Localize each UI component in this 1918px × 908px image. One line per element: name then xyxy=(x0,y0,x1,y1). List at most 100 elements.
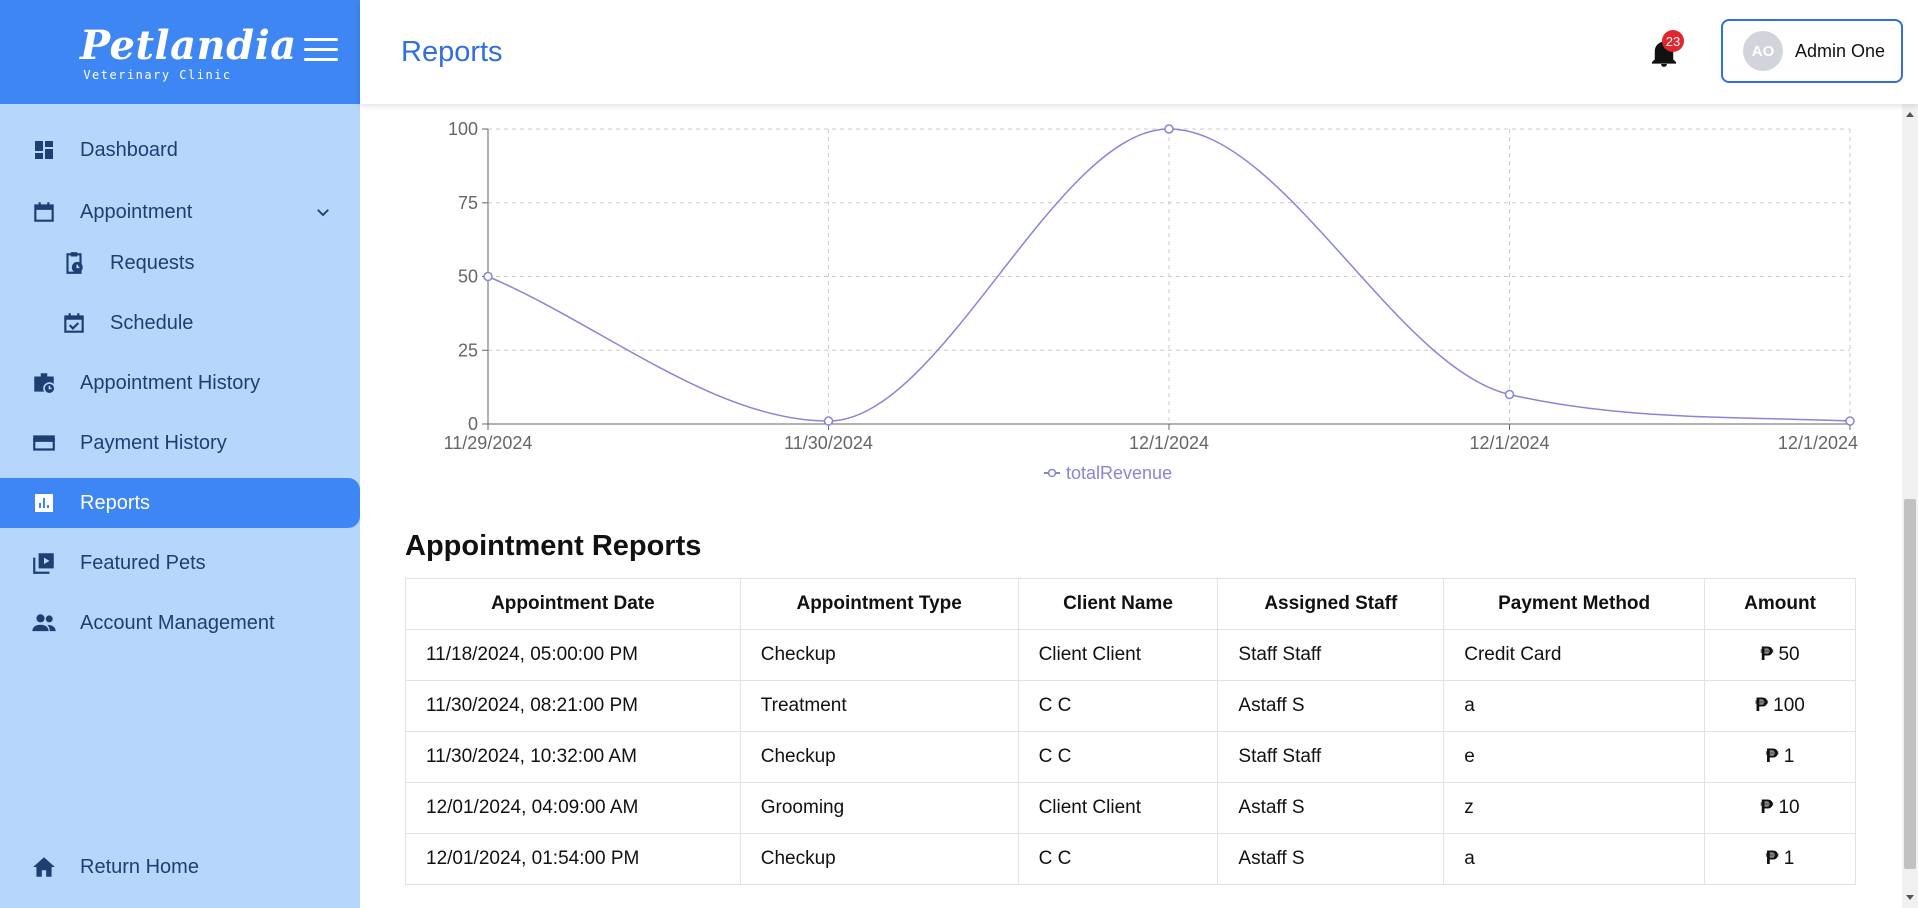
table-cell: 12/01/2024, 01:54:00 PM xyxy=(405,833,741,885)
brand-bar: Petlandia Veterinary Clinic xyxy=(0,0,360,104)
sidebar-item-appointment[interactable]: Appointment xyxy=(0,187,360,237)
table-cell: C C xyxy=(1017,833,1219,885)
legend-label: totalRevenue xyxy=(1066,463,1172,483)
sidebar-item-appointment-history[interactable]: Appointment History xyxy=(0,358,360,408)
y-tick-label: 100 xyxy=(448,120,478,139)
clipboard-clock-icon xyxy=(60,249,88,277)
credit-card-icon xyxy=(30,429,58,457)
currency-symbol: ₱ xyxy=(1760,644,1774,665)
sidebar-item-label: Return Home xyxy=(80,855,199,878)
x-tick-label: 12/1/2024 xyxy=(1469,433,1549,453)
y-tick-label: 50 xyxy=(458,267,478,287)
table-header-row: Appointment Date Appointment Type Client… xyxy=(405,578,1856,630)
table-cell: Client Client xyxy=(1017,782,1219,834)
table-row: 12/01/2024, 01:54:00 PM Checkup C C Astaff … xyxy=(405,833,1856,885)
x-tick-label: 12/1/2024 xyxy=(1778,433,1858,453)
amount-cell: ₱ 100 xyxy=(1704,680,1856,732)
table-cell: C C xyxy=(1017,680,1219,732)
table-cell: 11/18/2024, 05:00:00 PM xyxy=(405,629,741,681)
sidebar-item-dashboard[interactable]: Dashboard xyxy=(0,125,360,175)
user-profile-button[interactable]: AO Admin One xyxy=(1721,19,1903,83)
table-cell: Checkup xyxy=(739,629,1019,681)
amount-value: 1 xyxy=(1783,848,1795,869)
home-icon xyxy=(30,853,58,881)
amount-cell: ₱ 10 xyxy=(1704,782,1856,834)
amount-value: 1 xyxy=(1783,746,1795,767)
currency-symbol: ₱ xyxy=(1765,746,1779,767)
column-header[interactable]: Assigned Staff xyxy=(1217,578,1445,630)
user-name: Admin One xyxy=(1795,40,1886,61)
amount-value: 100 xyxy=(1773,695,1805,716)
table-cell: Checkup xyxy=(739,833,1019,885)
appointment-reports-table: Appointment Date Appointment Type Client… xyxy=(405,578,1856,885)
sidebar-item-label: Dashboard xyxy=(80,138,178,161)
sidebar-item-schedule[interactable]: Schedule xyxy=(0,298,360,348)
video-library-icon xyxy=(30,549,58,577)
bar-chart-icon xyxy=(30,489,58,517)
vertical-scrollbar[interactable] xyxy=(1902,104,1918,908)
sidebar-item-payment-history[interactable]: Payment History xyxy=(0,418,360,468)
table-cell: Astaff S xyxy=(1217,782,1445,834)
amount-value: 50 xyxy=(1778,644,1800,665)
people-icon xyxy=(30,609,58,637)
table-cell: Astaff S xyxy=(1217,680,1445,732)
scroll-down-arrow-icon[interactable] xyxy=(1906,895,1914,900)
table-cell: C C xyxy=(1017,731,1219,783)
table-cell: Staff Staff xyxy=(1217,731,1445,783)
column-header[interactable]: Appointment Date xyxy=(405,578,741,630)
y-tick-label: 0 xyxy=(468,414,478,434)
table-cell: Astaff S xyxy=(1217,833,1445,885)
scrollbar-thumb[interactable] xyxy=(1904,499,1916,869)
sidebar: Petlandia Veterinary Clinic Dashboard Ap… xyxy=(0,0,360,908)
page-title: Reports xyxy=(401,36,503,68)
x-tick-label: 11/29/2024 xyxy=(444,433,533,453)
table-row: 11/18/2024, 05:00:00 PM Checkup Client Cli… xyxy=(405,629,1856,681)
table-cell: Grooming xyxy=(739,782,1019,834)
logo[interactable]: Petlandia Veterinary Clinic xyxy=(80,26,296,83)
sidebar-item-reports[interactable]: Reports xyxy=(0,478,360,528)
currency-symbol: ₱ xyxy=(1760,797,1774,818)
amount-cell: ₱ 1 xyxy=(1704,731,1856,783)
amount-cell: ₱ 50 xyxy=(1704,629,1856,681)
y-tick-label: 25 xyxy=(458,340,478,360)
sidebar-item-return-home[interactable]: Return Home xyxy=(0,842,360,892)
avatar: AO xyxy=(1743,31,1783,71)
table-cell: 12/01/2024, 04:09:00 AM xyxy=(405,782,741,834)
table-cell: Treatment xyxy=(739,680,1019,732)
calendar-check-icon xyxy=(60,309,88,337)
table-cell: e xyxy=(1443,731,1706,783)
sidebar-item-label: Account Management xyxy=(80,611,275,634)
menu-toggle-icon[interactable] xyxy=(304,38,338,64)
table-row: 11/30/2024, 08:21:00 PM Treatment C C Astaf… xyxy=(405,680,1856,732)
notification-badge: 23 xyxy=(1662,30,1684,52)
data-point xyxy=(1164,124,1174,134)
scroll-up-arrow-icon[interactable] xyxy=(1906,112,1914,117)
sidebar-item-label: Requests xyxy=(110,251,195,274)
x-tick-label: 12/1/2024 xyxy=(1129,433,1209,453)
column-header[interactable]: Payment Method xyxy=(1443,578,1706,630)
column-header[interactable]: Appointment Type xyxy=(739,578,1019,630)
sidebar-item-requests[interactable]: Requests xyxy=(0,238,360,288)
sidebar-item-featured-pets[interactable]: Featured Pets xyxy=(0,538,360,588)
currency-symbol: ₱ xyxy=(1765,848,1779,869)
data-point xyxy=(483,271,493,282)
column-header[interactable]: Client Name xyxy=(1017,578,1219,630)
dashboard-icon xyxy=(30,136,58,164)
table-row: 11/30/2024, 10:32:00 AM Checkup C C Staff S… xyxy=(405,731,1856,783)
table-cell: Client Client xyxy=(1017,629,1219,681)
table-cell: Checkup xyxy=(739,731,1019,783)
data-point xyxy=(1504,389,1515,400)
data-point xyxy=(1845,416,1855,426)
column-header[interactable]: Amount xyxy=(1704,578,1856,630)
table-cell: Credit Card xyxy=(1443,629,1706,681)
sidebar-item-label: Appointment History xyxy=(80,371,261,394)
table-cell: 11/30/2024, 08:21:00 PM xyxy=(405,680,741,732)
amount-cell: ₱ 1 xyxy=(1704,833,1856,885)
sidebar-item-account-management[interactable]: Account Management xyxy=(0,598,360,648)
chevron-down-icon[interactable] xyxy=(314,203,332,227)
briefcase-clock-icon xyxy=(30,369,58,397)
top-header: Reports 23 AO Admin One xyxy=(360,0,1918,104)
revenue-line-chart: 0 25 50 75 100 11/29/2024 11/30/2024 12/1/2024 1… xyxy=(444,120,1858,483)
table-row: 12/01/2024, 04:09:00 AM Grooming Client Cl… xyxy=(405,782,1856,834)
legend-marker xyxy=(1047,468,1057,478)
